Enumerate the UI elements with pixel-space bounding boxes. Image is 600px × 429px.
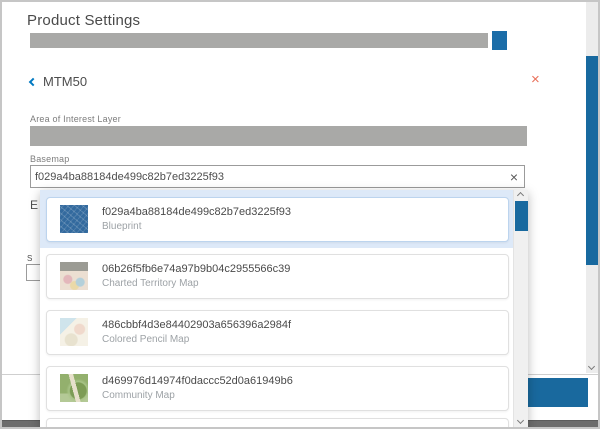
colored-pencil-map-thumbnail	[60, 318, 88, 346]
close-icon[interactable]: ×	[531, 72, 540, 87]
basemap-option[interactable]: 06b26f5fb6e74a97b9b04c2955566c39 Charted…	[40, 248, 528, 304]
basemap-option-card[interactable]: 486cbbf4d3e84402903a656396a2984f Colored…	[46, 310, 509, 355]
basemap-input[interactable]	[31, 171, 504, 183]
basemap-option-name: Charted Territory Map	[102, 278, 290, 289]
back-link[interactable]: MTM50	[30, 74, 87, 89]
basemap-option-card[interactable]	[46, 418, 509, 429]
occluded-field-label-fragment: E	[30, 198, 38, 212]
product-settings-dialog: Product Settings MTM50 × Area of Interes…	[0, 0, 600, 429]
charted-territory-map-thumbnail	[60, 262, 88, 290]
chevron-down-icon[interactable]	[517, 417, 524, 424]
page-scrollbar-thumb[interactable]	[586, 56, 598, 265]
back-link-label: MTM50	[43, 74, 87, 89]
basemap-option-partial[interactable]	[40, 416, 528, 429]
blueprint-map-thumbnail	[60, 205, 88, 233]
basemap-dropdown-list: f029a4ba88184de499c82b7ed3225f93 Bluepri…	[40, 190, 528, 416]
page-scrollbar[interactable]	[586, 2, 598, 373]
basemap-option-name: Community Map	[102, 390, 293, 401]
basemap-option[interactable]: f029a4ba88184de499c82b7ed3225f93 Bluepri…	[40, 190, 528, 248]
area-of-interest-label: Area of Interest Layer	[30, 114, 121, 124]
basemap-option-name: Blueprint	[102, 221, 291, 232]
basemap-label: Basemap	[30, 154, 69, 164]
basemap-option-card[interactable]: f029a4ba88184de499c82b7ed3225f93 Bluepri…	[46, 197, 509, 242]
clear-icon[interactable]: ×	[504, 170, 524, 184]
occluded-field-label-fragment: S	[27, 254, 32, 263]
basemap-option-id: 06b26f5fb6e74a97b9b04c2955566c39	[102, 263, 290, 275]
basemap-option-id: d469976d14974f0daccc52d0a61949b6	[102, 375, 293, 387]
header-accent-square	[492, 31, 507, 50]
dropdown-scrollbar[interactable]	[513, 190, 528, 429]
basemap-option-id: 486cbbf4d3e84402903a656396a2984f	[102, 319, 291, 331]
basemap-option-card[interactable]: 06b26f5fb6e74a97b9b04c2955566c39 Charted…	[46, 254, 509, 299]
basemap-option[interactable]: d469976d14974f0daccc52d0a61949b6 Communi…	[40, 360, 528, 416]
dropdown-scrollbar-thumb[interactable]	[515, 201, 528, 231]
chevron-left-icon	[29, 77, 37, 85]
community-map-thumbnail	[60, 374, 88, 402]
header-placeholder-bar	[30, 33, 488, 48]
basemap-option-name: Colored Pencil Map	[102, 334, 291, 345]
basemap-option-card[interactable]: d469976d14974f0daccc52d0a61949b6 Communi…	[46, 366, 509, 411]
chevron-down-icon[interactable]	[588, 363, 595, 370]
basemap-option-id: f029a4ba88184de499c82b7ed3225f93	[102, 206, 291, 218]
area-of-interest-field[interactable]	[30, 126, 527, 146]
basemap-option[interactable]: 486cbbf4d3e84402903a656396a2984f Colored…	[40, 304, 528, 360]
chevron-up-icon[interactable]	[517, 192, 524, 199]
basemap-dropdown-panel: f029a4ba88184de499c82b7ed3225f93 Bluepri…	[40, 190, 528, 429]
page-title: Product Settings	[27, 12, 140, 29]
basemap-combobox: ×	[30, 165, 525, 188]
primary-action-button[interactable]	[524, 378, 588, 407]
